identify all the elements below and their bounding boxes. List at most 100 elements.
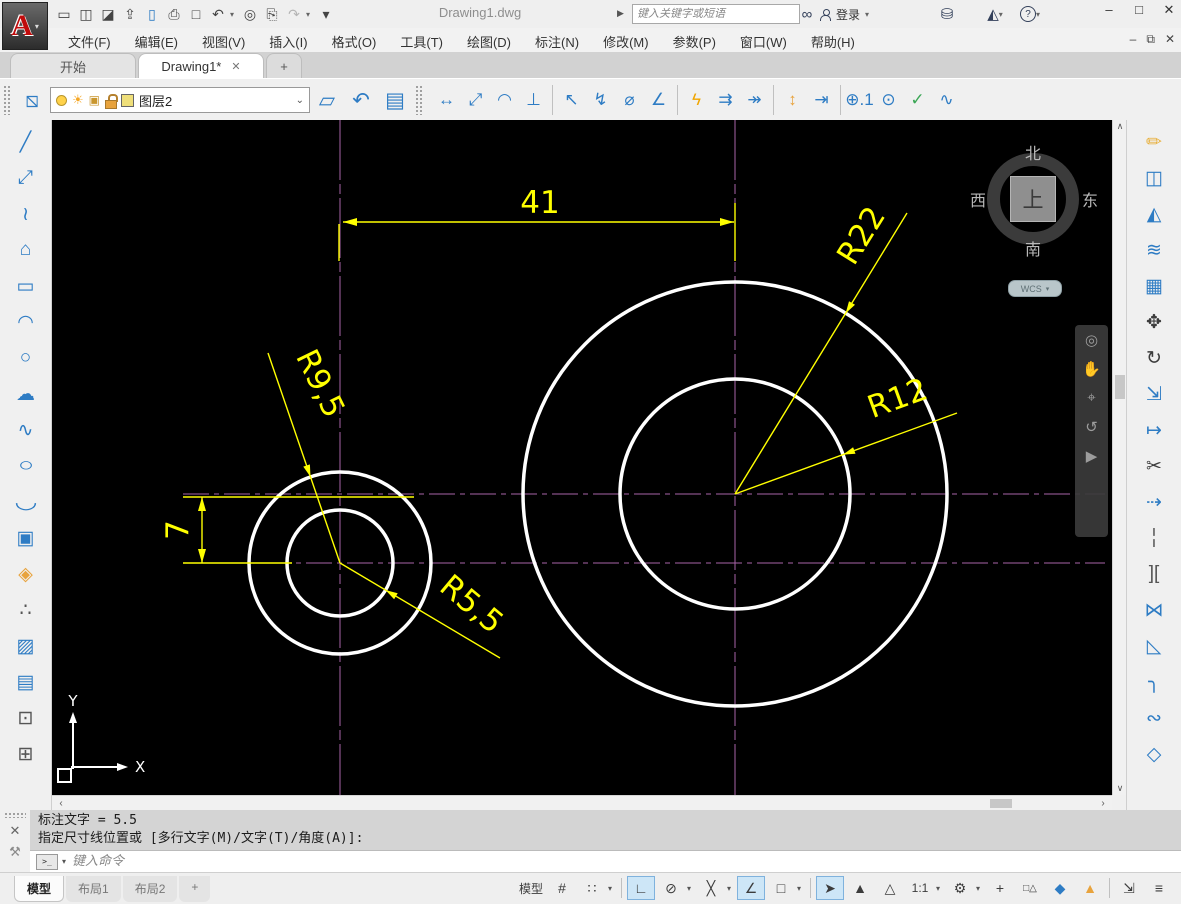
make-object-layer-current-icon[interactable]: ▱ (310, 83, 344, 117)
command-close-icon[interactable]: ✕ (10, 823, 21, 839)
signin-dropdown-icon[interactable]: ▾ (865, 10, 869, 19)
menu-insert[interactable]: 插入(I) (257, 28, 319, 52)
menu-help[interactable]: 帮助(H) (799, 28, 867, 52)
trim-icon[interactable]: ✂ (1137, 448, 1171, 484)
layer-properties-icon[interactable]: ▤ (378, 83, 412, 117)
export-icon[interactable]: ⇪ (120, 4, 140, 24)
menu-file[interactable]: 文件(F) (56, 28, 123, 52)
region-icon[interactable]: ⊡ (9, 700, 43, 736)
isolate-objects-icon[interactable]: □△ (1016, 876, 1044, 900)
rotate-icon[interactable]: ↻ (1137, 340, 1171, 376)
customization-menu-icon[interactable]: ≡ (1145, 876, 1173, 900)
polar-tracking-icon[interactable]: ⊘ (657, 876, 685, 900)
construction-line-icon[interactable]: ⤢ (9, 160, 43, 196)
help-icon[interactable]: ?▾ (1015, 3, 1045, 25)
point-icon[interactable]: ∴ (9, 592, 43, 628)
publish-mobile-icon[interactable]: ▯ (142, 4, 162, 24)
tab-close-icon[interactable]: ✕ (231, 60, 240, 73)
command-grip[interactable] (4, 812, 26, 818)
toolbar-grip[interactable] (415, 85, 423, 115)
vertical-scrollbar[interactable]: ∧ ∨ (1112, 120, 1127, 795)
model-space-label[interactable]: 模型 (516, 876, 546, 900)
polar-tracking-dropdown-icon[interactable]: ▾ (687, 884, 695, 893)
clean-screen-icon[interactable]: ⇲ (1115, 876, 1143, 900)
selection-cycling-icon[interactable]: ➤ (816, 876, 844, 900)
open-icon[interactable]: ▭ (54, 4, 74, 24)
make-block-icon[interactable]: ◈ (9, 556, 43, 592)
stretch-icon[interactable]: ↦ (1137, 412, 1171, 448)
dynamic-ucs-icon[interactable]: △ (876, 876, 904, 900)
attach-icon[interactable]: ⎘ (262, 4, 282, 24)
offset-icon[interactable]: ≋ (1137, 232, 1171, 268)
isometric-drafting-icon[interactable]: ╳ (697, 876, 725, 900)
app-logo-menu[interactable]: A▾ (2, 2, 48, 50)
close-button[interactable]: ✕ (1161, 2, 1177, 18)
viewcube-north[interactable]: 北 (1025, 140, 1041, 164)
arc-icon[interactable]: ◠ (9, 304, 43, 340)
search-binoculars-icon[interactable]: ∞ (797, 3, 817, 25)
app-store-cart-icon[interactable]: ⛁ (936, 3, 958, 25)
undo-icon[interactable]: ↶ (208, 4, 228, 24)
array-icon[interactable]: ▦ (1137, 268, 1171, 304)
horizontal-scroll-thumb[interactable] (990, 799, 1012, 808)
ordinate-dimension-icon[interactable]: ⊥ (519, 84, 548, 116)
gradient-icon[interactable]: ▤ (9, 664, 43, 700)
diameter-dimension-icon[interactable]: ⌀ (615, 84, 644, 116)
insert-block-icon[interactable]: ▣ (9, 520, 43, 556)
menu-edit[interactable]: 编辑(E) (123, 28, 190, 52)
maximize-button[interactable]: □ (1131, 2, 1147, 18)
mirror-icon[interactable]: ◭ (1137, 196, 1171, 232)
spline-icon[interactable]: ∿ (9, 412, 43, 448)
circle-icon[interactable]: ○ (9, 340, 43, 376)
command-history[interactable]: 标注文字 = 5.5 指定尺寸线位置或 [多行文字(M)/文字(T)/角度(A)… (30, 810, 1181, 850)
save-as-icon[interactable]: ◪ (98, 4, 118, 24)
menu-draw[interactable]: 绘图(D) (455, 28, 523, 52)
table-icon[interactable]: ⊞ (9, 736, 43, 772)
minimize-button[interactable]: – (1101, 2, 1117, 18)
file-tab-start[interactable]: 开始 (10, 53, 136, 78)
layer-previous-icon[interactable]: ↶ (344, 83, 378, 117)
revision-cloud-icon[interactable]: ☁ (9, 376, 43, 412)
linear-dimension-icon[interactable]: ↔ (432, 84, 461, 116)
viewcube-west[interactable]: 西 (970, 187, 986, 211)
dimension-break-icon[interactable]: ⇥ (807, 84, 836, 116)
radius-dimension-icon[interactable]: ↖ (557, 84, 586, 116)
object-snap-icon[interactable]: □ (767, 876, 795, 900)
toolbar-grip[interactable] (3, 85, 11, 115)
drawing-canvas[interactable]: 41 7 R22 R12 (52, 120, 1112, 795)
menu-dimension[interactable]: 标注(N) (523, 28, 591, 52)
extend-icon[interactable]: ⇢ (1137, 484, 1171, 520)
ucs-icon[interactable]: Y X (58, 692, 145, 782)
command-prompt-dropdown-icon[interactable]: ▾ (62, 857, 66, 866)
annotation-monitor-icon[interactable]: ▲ (1076, 876, 1104, 900)
ellipse-icon[interactable]: ○ (2, 448, 50, 484)
scale-icon[interactable]: ⇲ (1137, 376, 1171, 412)
search-flyout-icon[interactable]: ▶ (617, 8, 624, 19)
vertical-scroll-thumb[interactable] (1115, 375, 1125, 399)
break-icon[interactable]: ][ (1137, 556, 1171, 592)
tolerance-icon[interactable]: ⊕.1 (845, 84, 874, 116)
ellipse-arc-icon[interactable]: ◡ (2, 484, 50, 520)
scroll-down-icon[interactable]: ∨ (1113, 782, 1127, 795)
3d-object-snap-icon[interactable]: ▲ (846, 876, 874, 900)
menu-modify[interactable]: 修改(M) (591, 28, 661, 52)
redo-dropdown-icon[interactable]: ▾ (306, 10, 314, 19)
viewcube-top-face[interactable]: 上 (1010, 176, 1056, 222)
move-icon[interactable]: ✥ (1137, 304, 1171, 340)
hatch-icon[interactable]: ▨ (9, 628, 43, 664)
continue-dimension-icon[interactable]: ↠ (740, 84, 769, 116)
object-snap-dropdown-icon[interactable]: ▾ (797, 884, 805, 893)
undo-dropdown-icon[interactable]: ▾ (230, 10, 238, 19)
doc-minimize-button[interactable]: – (1130, 32, 1137, 47)
polygon-icon[interactable]: ⌂ (9, 232, 43, 268)
baseline-dimension-icon[interactable]: ⇉ (711, 84, 740, 116)
copy-icon[interactable]: ◫ (1137, 160, 1171, 196)
scroll-left-icon[interactable]: ‹ (54, 797, 68, 810)
rectangle-icon[interactable]: ▭ (9, 268, 43, 304)
menu-format[interactable]: 格式(O) (320, 28, 389, 52)
isometric-drafting-dropdown-icon[interactable]: ▾ (727, 884, 735, 893)
line-icon[interactable]: ╱ (9, 124, 43, 160)
layer-translate-icon[interactable]: ⧅ (14, 83, 50, 117)
blend-curves-icon[interactable]: ∾ (1137, 700, 1171, 736)
orbit-icon[interactable]: ↺ (1085, 418, 1098, 438)
